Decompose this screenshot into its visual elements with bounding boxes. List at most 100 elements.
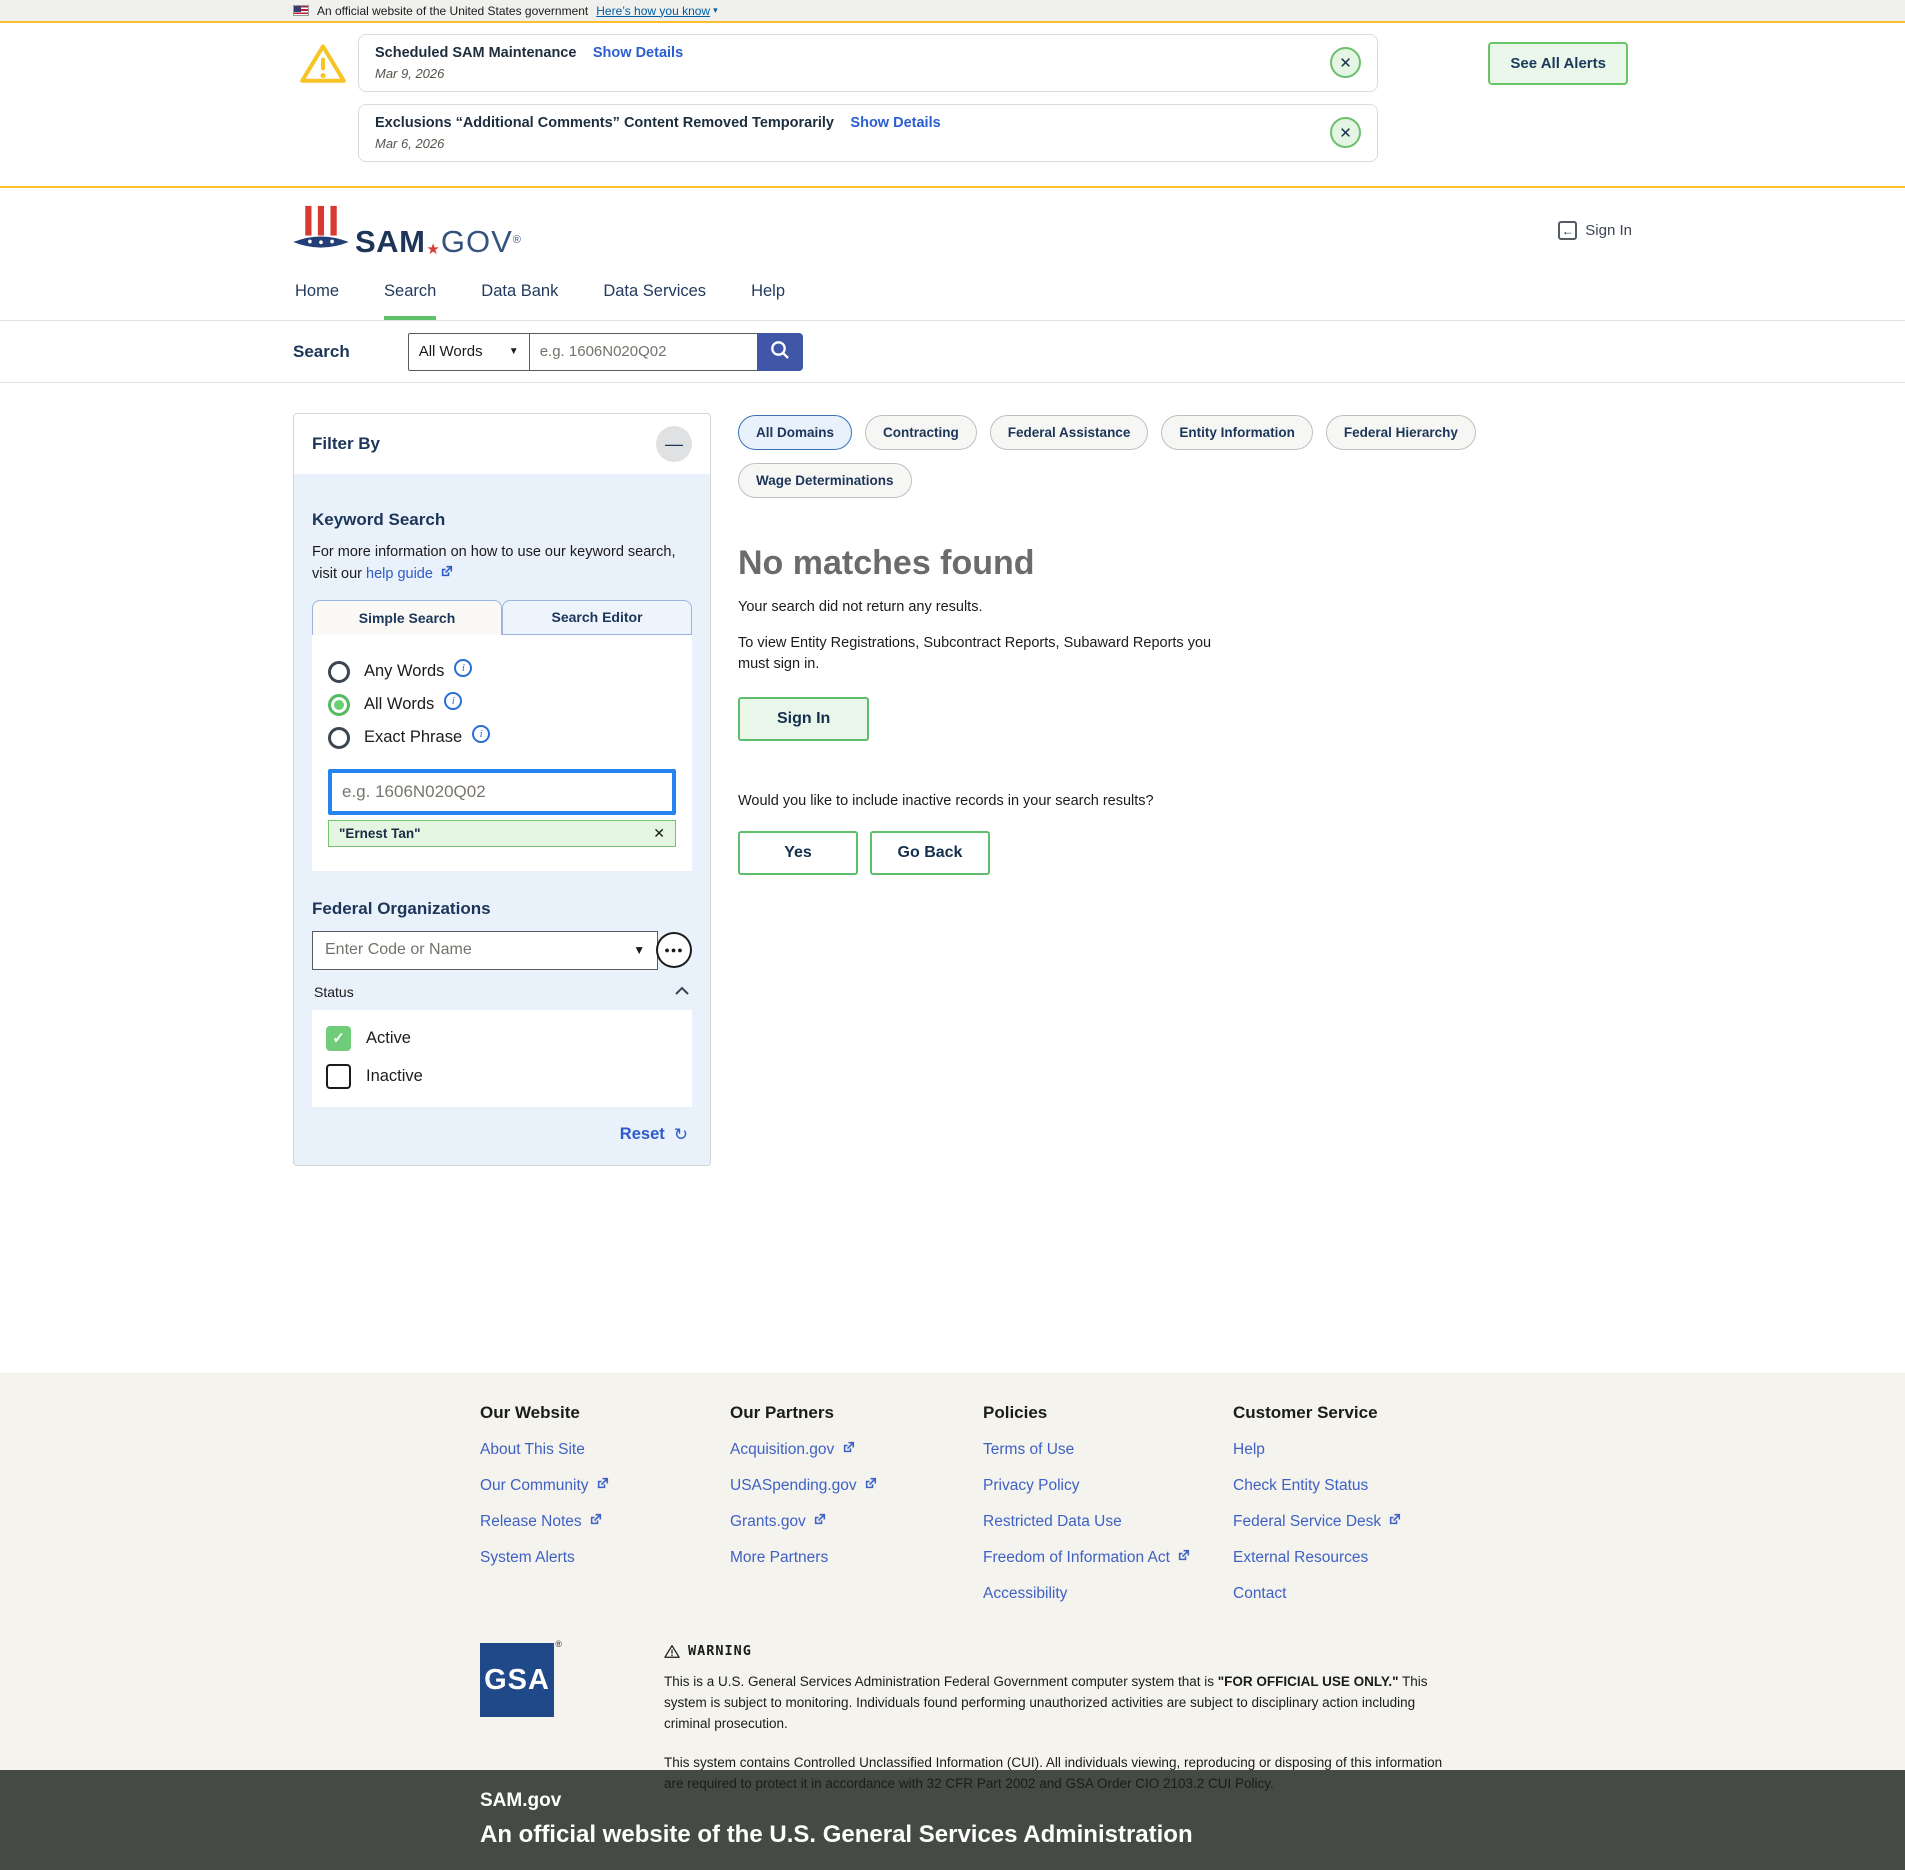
radio-any-words[interactable]: Any Words i [328, 661, 676, 683]
alert-date: Mar 9, 2026 [375, 66, 683, 81]
nav-item-home[interactable]: Home [295, 276, 339, 320]
footer-link-foia[interactable]: Freedom of Information Act [983, 1549, 1233, 1567]
yes-button[interactable]: Yes [738, 831, 858, 875]
footer-link-more-partners[interactable]: More Partners [730, 1549, 983, 1567]
keyword-search-description: For more information on how to use our k… [312, 542, 692, 586]
tab-federal-hierarchy[interactable]: Federal Hierarchy [1326, 415, 1476, 450]
tab-simple-search[interactable]: Simple Search [312, 600, 502, 635]
footer-link-usaspending[interactable]: USASpending.gov [730, 1477, 983, 1495]
search-input[interactable] [530, 333, 758, 371]
footer-link-grants[interactable]: Grants.gov [730, 1513, 983, 1531]
footer-link-accessibility[interactable]: Accessibility [983, 1585, 1233, 1603]
tab-contracting[interactable]: Contracting [865, 415, 977, 450]
keyword-chip-label: "Ernest Tan" [339, 826, 421, 841]
external-link-icon [1177, 1549, 1190, 1562]
tab-wage-determinations[interactable]: Wage Determinations [738, 463, 912, 498]
info-icon[interactable]: i [454, 659, 472, 677]
footer-link-about-this-site[interactable]: About This Site [480, 1441, 730, 1459]
footer-link-terms-of-use[interactable]: Terms of Use [983, 1441, 1233, 1459]
alert-title: Exclusions “Additional Comments” Content… [375, 115, 834, 131]
warning-title: WARNING [688, 1643, 752, 1659]
checkbox-unchecked-icon[interactable] [326, 1064, 351, 1089]
chevron-down-icon: ▼ [509, 346, 519, 357]
footer-link-external-resources[interactable]: External Resources [1233, 1549, 1483, 1567]
footer-link-restricted-data-use[interactable]: Restricted Data Use [983, 1513, 1233, 1531]
nav-item-search[interactable]: Search [384, 276, 436, 320]
sign-in-button[interactable]: Sign In [738, 697, 869, 741]
sign-in-notice: To view Entity Registrations, Subcontrac… [738, 633, 1230, 675]
info-icon[interactable]: i [444, 692, 462, 710]
how-you-know-link[interactable]: Here’s how you know [596, 4, 710, 18]
more-options-icon[interactable]: ●●● [656, 932, 692, 968]
close-icon[interactable]: ✕ [1330, 117, 1361, 148]
reset-icon[interactable]: ↻ [674, 1125, 688, 1145]
footer-link-system-alerts[interactable]: System Alerts [480, 1549, 730, 1567]
checkbox-active[interactable]: ✓ Active [326, 1026, 678, 1051]
nav-item-help[interactable]: Help [751, 276, 785, 320]
remove-chip-icon[interactable]: ✕ [653, 825, 665, 842]
alert-date: Mar 6, 2026 [375, 136, 941, 151]
tab-all-domains[interactable]: All Domains [738, 415, 852, 450]
status-label: Status [314, 984, 354, 1000]
external-link-icon [589, 1513, 602, 1526]
collapse-filters-icon[interactable]: — [656, 426, 692, 462]
sam-gov-logo[interactable]: SAM ★ GOV ® [293, 205, 521, 260]
alert-exclusions: Exclusions “Additional Comments” Content… [358, 104, 1378, 162]
help-guide-link[interactable]: help guide [366, 566, 453, 582]
alerts-section: Scheduled SAM Maintenance Show Details M… [0, 23, 1905, 188]
radio-button-selected[interactable] [328, 694, 350, 716]
site-footer: Our Website About This Site Our Communit… [0, 1373, 1905, 1770]
external-link-icon [440, 565, 453, 578]
tab-search-editor[interactable]: Search Editor [502, 600, 692, 635]
footer-link-contact[interactable]: Contact [1233, 1585, 1483, 1603]
footer-heading: Policies [983, 1403, 1233, 1423]
tab-federal-assistance[interactable]: Federal Assistance [990, 415, 1149, 450]
federal-organizations-heading: Federal Organizations [312, 899, 692, 919]
show-details-link[interactable]: Show Details [593, 45, 683, 61]
us-flag-icon [293, 5, 309, 16]
footer-column-our-website: Our Website About This Site Our Communit… [480, 1403, 730, 1603]
logo-text-gov: GOV [441, 224, 513, 260]
footer-heading: Customer Service [1233, 1403, 1483, 1423]
footer-link-federal-service-desk[interactable]: Federal Service Desk [1233, 1513, 1483, 1531]
uncle-sam-hat-icon [293, 205, 355, 260]
footer-link-check-entity-status[interactable]: Check Entity Status [1233, 1477, 1483, 1495]
close-icon[interactable]: ✕ [1330, 47, 1361, 78]
footer-link-privacy-policy[interactable]: Privacy Policy [983, 1477, 1233, 1495]
chevron-down-icon: ▾ [713, 5, 718, 16]
footer-link-release-notes[interactable]: Release Notes [480, 1513, 730, 1531]
radio-button[interactable] [328, 661, 350, 683]
sign-in-link[interactable]: ← Sign In [1558, 221, 1632, 240]
radio-button[interactable] [328, 727, 350, 749]
nav-item-data-services[interactable]: Data Services [603, 276, 706, 320]
search-submit-button[interactable] [758, 333, 803, 371]
checkbox-inactive[interactable]: Inactive [326, 1064, 678, 1089]
sign-in-icon: ← [1558, 221, 1577, 240]
search-label: Search [293, 342, 350, 362]
show-details-link[interactable]: Show Details [850, 115, 940, 131]
filter-panel: Filter By — Keyword Search For more info… [293, 413, 711, 1166]
radio-exact-phrase[interactable]: Exact Phrase i [328, 727, 676, 749]
include-inactive-question: Would you like to include inactive recor… [738, 793, 1578, 809]
reset-button[interactable]: Reset [620, 1125, 665, 1144]
footer-link-our-community[interactable]: Our Community [480, 1477, 730, 1495]
nav-item-data-bank[interactable]: Data Bank [481, 276, 558, 320]
info-icon[interactable]: i [472, 725, 490, 743]
go-back-button[interactable]: Go Back [870, 831, 990, 875]
footer-link-acquisition[interactable]: Acquisition.gov [730, 1441, 983, 1459]
logo-registered-mark: ® [513, 234, 521, 246]
radio-all-words[interactable]: All Words i [328, 694, 676, 716]
search-bar: Search All Words ▼ [0, 321, 1905, 383]
warning-outline-icon [664, 1644, 680, 1659]
see-all-alerts-button[interactable]: See All Alerts [1488, 42, 1628, 85]
tab-entity-information[interactable]: Entity Information [1161, 415, 1313, 450]
checkbox-checked-icon[interactable]: ✓ [326, 1026, 351, 1051]
keyword-input[interactable] [328, 769, 676, 815]
chevron-up-icon[interactable] [674, 983, 690, 1001]
federal-org-combobox[interactable]: Enter Code or Name ▼ [312, 931, 658, 970]
footer-link-help[interactable]: Help [1233, 1441, 1483, 1459]
footer-column-policies: Policies Terms of Use Privacy Policy Res… [983, 1403, 1233, 1603]
warning-paragraph-2: This system contains Controlled Unclassi… [664, 1753, 1446, 1795]
warning-block: WARNING This is a U.S. General Services … [664, 1643, 1446, 1795]
search-mode-select[interactable]: All Words ▼ [408, 333, 530, 371]
